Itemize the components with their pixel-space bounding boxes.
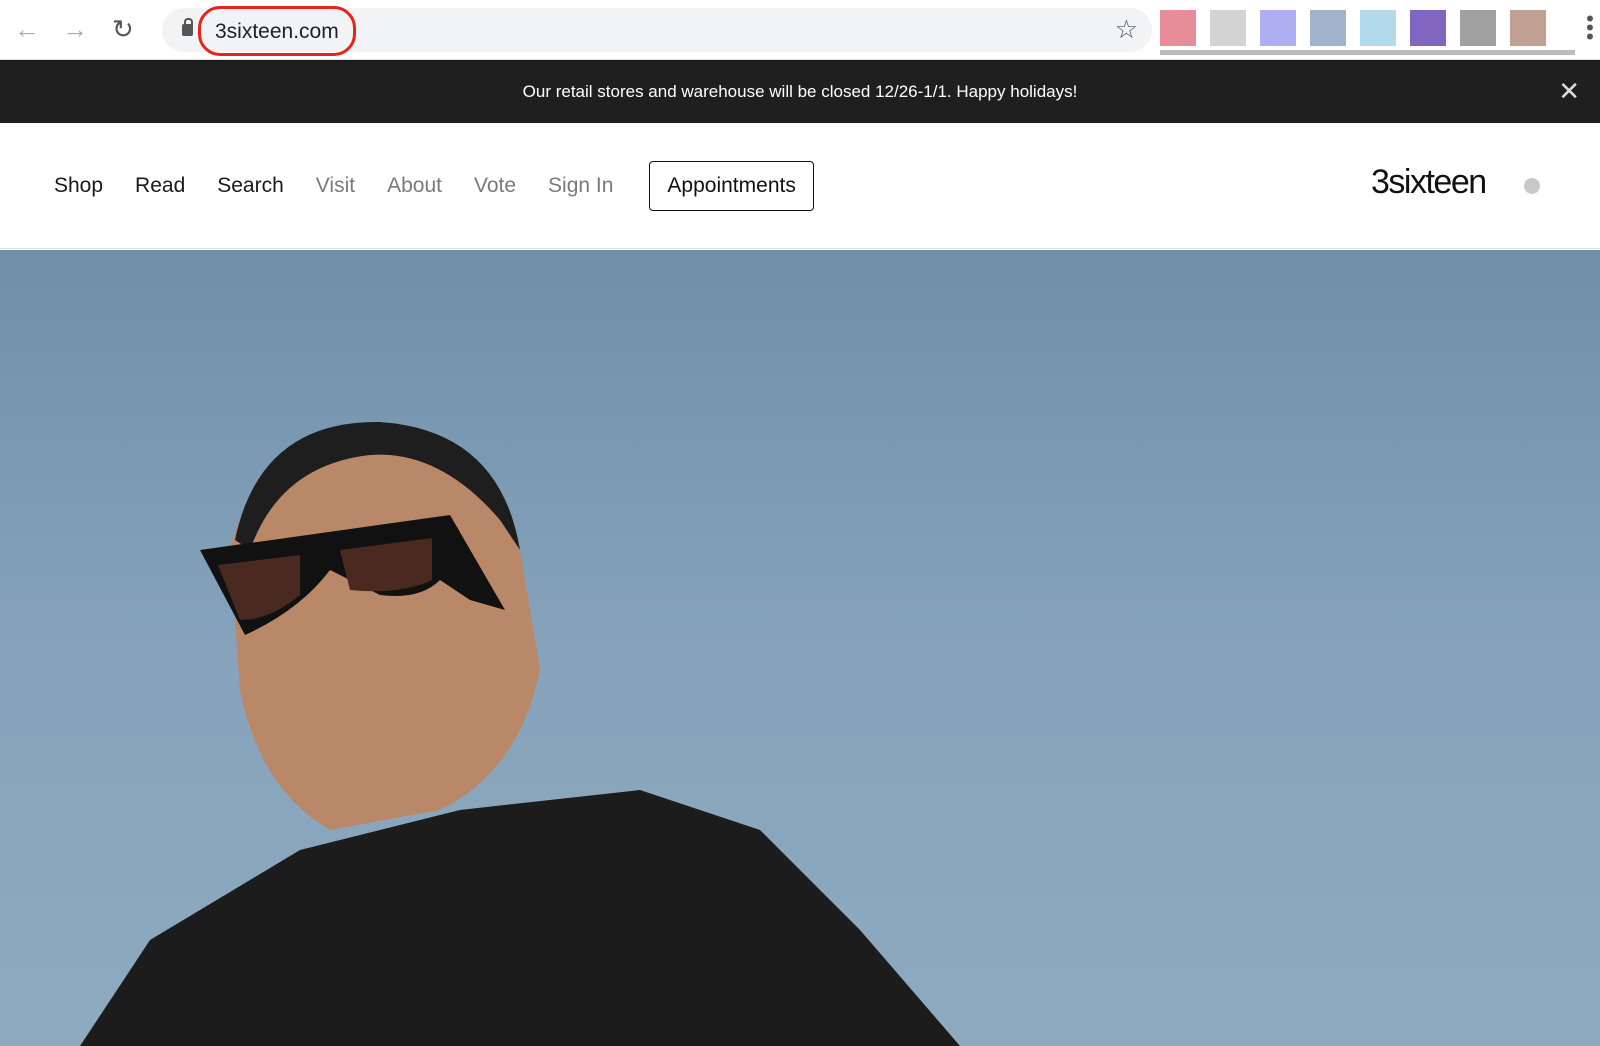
hero-image: [0, 250, 1600, 1046]
close-icon[interactable]: ✕: [1558, 60, 1580, 123]
bookmark-star-icon[interactable]: ☆: [1115, 14, 1138, 45]
logo[interactable]: 3sixteen: [1371, 163, 1487, 202]
nav-sign-in[interactable]: Sign In: [548, 174, 613, 198]
banner-text: Our retail stores and warehouse will be …: [522, 82, 1078, 101]
hero-photo-man-in-sunglasses: [80, 421, 960, 1046]
browser-toolbar: ← → ↻ 3sixteen.com ☆ • • •: [0, 0, 1600, 60]
extension-icon[interactable]: [1310, 10, 1346, 46]
nav-visit[interactable]: Visit: [316, 174, 355, 198]
nav-vote[interactable]: Vote: [474, 174, 516, 198]
nav-about[interactable]: About: [387, 174, 442, 198]
site-header: Shop Read Search Visit About Vote Sign I…: [0, 123, 1600, 249]
more-menu-icon[interactable]: • • •: [1586, 8, 1594, 48]
nav-read[interactable]: Read: [135, 174, 185, 198]
extension-icon[interactable]: [1410, 10, 1446, 46]
main-nav: Shop Read Search Visit About Vote Sign I…: [54, 123, 814, 249]
back-icon[interactable]: ←: [14, 14, 40, 45]
extension-icon[interactable]: [1160, 10, 1196, 46]
cart-indicator[interactable]: [1524, 178, 1540, 194]
extensions-scrollbar: [1160, 50, 1575, 55]
url-text[interactable]: 3sixteen.com: [198, 6, 356, 56]
address-bar[interactable]: 3sixteen.com ☆: [162, 6, 1152, 56]
lock-icon: [182, 18, 193, 36]
extension-icon[interactable]: [1360, 10, 1396, 46]
forward-icon[interactable]: →: [62, 14, 88, 45]
extension-icon[interactable]: [1210, 10, 1246, 46]
announcement-banner: Our retail stores and warehouse will be …: [0, 60, 1600, 123]
nav-shop[interactable]: Shop: [54, 174, 103, 198]
reload-icon[interactable]: ↻: [112, 14, 134, 45]
nav-search[interactable]: Search: [217, 174, 284, 198]
appointments-button[interactable]: Appointments: [649, 161, 814, 211]
extension-icon[interactable]: [1460, 10, 1496, 46]
extension-icon[interactable]: [1260, 10, 1296, 46]
extension-icon[interactable]: [1510, 10, 1546, 46]
